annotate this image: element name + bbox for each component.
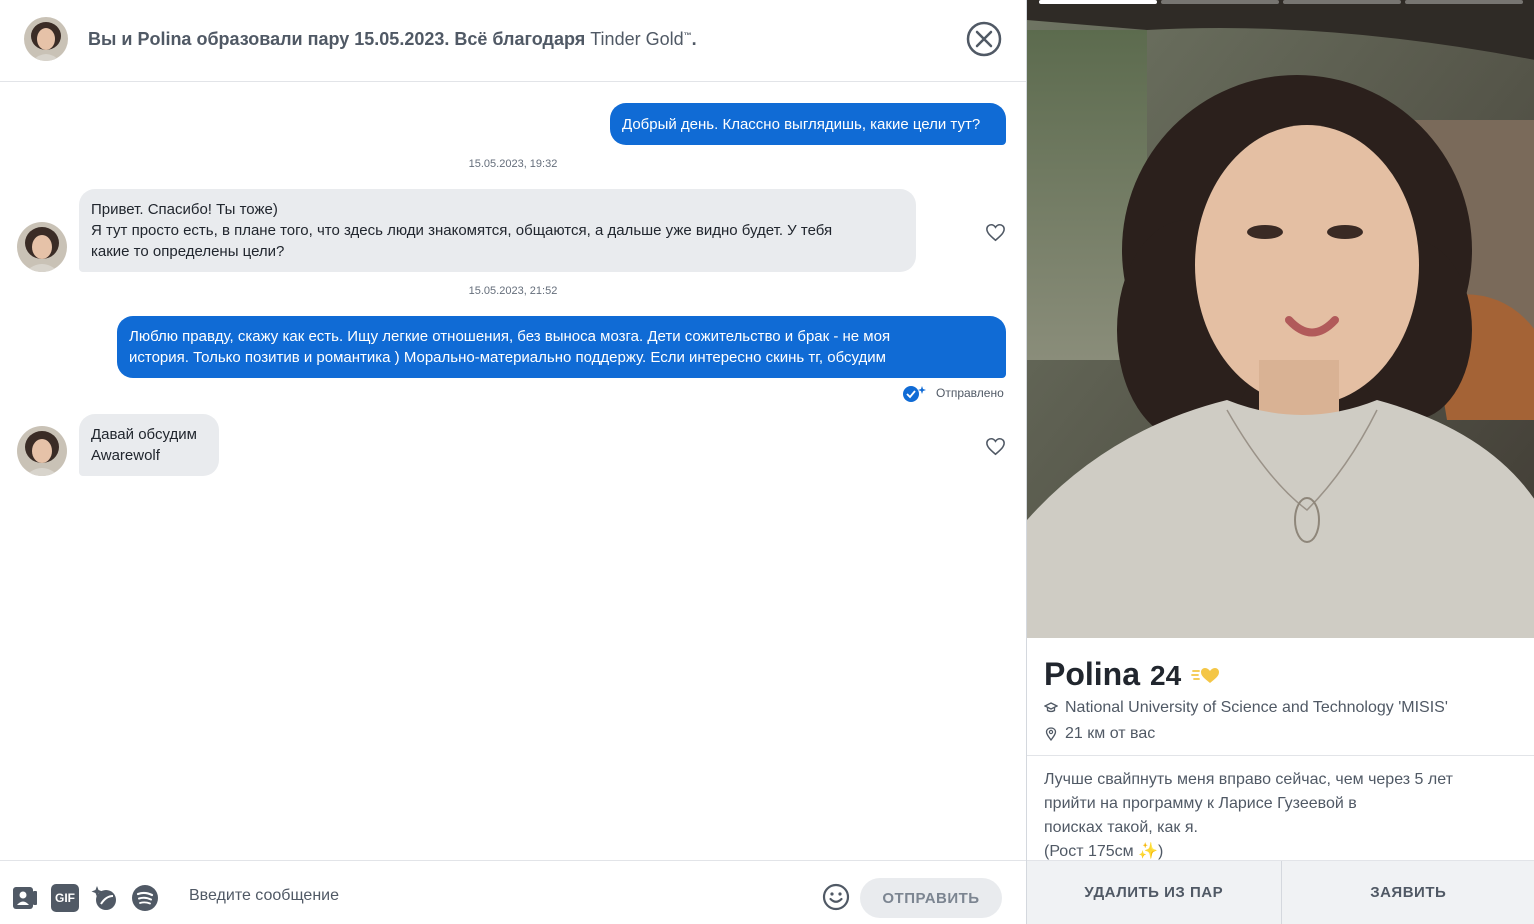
match-avatar[interactable] — [24, 17, 68, 61]
sent-check-icon — [903, 386, 926, 402]
bio-line: прийти на программу к Ларисе Гузеевой в — [1044, 795, 1357, 812]
message-list[interactable]: Добрый день. Классно выглядишь, какие це… — [0, 82, 1026, 860]
message-line: Awarewolf — [91, 447, 160, 464]
photo-indicator — [1039, 0, 1523, 4]
bio-line: поисках такой, как я. — [1044, 819, 1198, 836]
message-line: какие то определены цели? — [91, 243, 285, 260]
sent-status: Отправлено — [902, 384, 1004, 402]
distance-line: 21 км от вас — [1044, 725, 1155, 743]
message-line: Давай обсудим — [91, 426, 197, 443]
profile-info: Polina 24 National University of Science… — [1027, 638, 1534, 756]
heart-icon[interactable] — [985, 223, 1006, 242]
gif-label: GIF — [55, 891, 75, 905]
gold-heart-icon — [1191, 667, 1220, 683]
profile-photo[interactable] — [1027, 0, 1534, 638]
sticker-icon[interactable] — [11, 884, 39, 912]
school-text: National University of Science and Techn… — [1065, 699, 1448, 716]
profile-bio: Лучше свайпнуть меня вправо сейчас, чем … — [1044, 768, 1514, 864]
match-text: Вы и Polina образовали пару 15.05.2023. … — [88, 29, 586, 49]
trademark: ™ — [683, 31, 692, 40]
school-line: National University of Science and Techn… — [1044, 699, 1448, 717]
incoming-message[interactable]: Давай обсудим Awarewolf — [79, 414, 219, 476]
heart-icon[interactable] — [985, 437, 1006, 456]
outgoing-message[interactable]: Добрый день. Классно выглядишь, какие це… — [610, 103, 1006, 145]
profile-age: 24 — [1150, 660, 1182, 691]
tinder-gold-link[interactable]: Tinder Gold — [590, 29, 683, 49]
gif-icon[interactable]: GIF — [51, 884, 79, 912]
profile-name: Polina — [1044, 656, 1141, 692]
sent-status-text: Отправлено — [936, 386, 1004, 400]
photo-tab[interactable] — [1039, 0, 1157, 4]
message-line: Привет. Спасибо! Ты тоже) — [91, 201, 278, 218]
match-info-text: Вы и Polina образовали пару 15.05.2023. … — [88, 29, 697, 50]
message-line: Я тут просто есть, в плане того, что зде… — [91, 222, 833, 239]
sparkle-icon[interactable] — [91, 884, 119, 912]
message-input[interactable] — [176, 875, 806, 917]
message-avatar[interactable] — [17, 222, 67, 272]
message-line: Люблю правду, скажу как есть. Ищу легкие… — [129, 328, 891, 345]
chat-panel: Вы и Polina образовали пару 15.05.2023. … — [0, 0, 1026, 924]
message-composer: GIF ОТПРАВИТЬ — [0, 860, 1026, 924]
chat-header: Вы и Polina образовали пару 15.05.2023. … — [0, 0, 1026, 82]
message-line: история. Только позитив и романтика ) Мо… — [129, 349, 886, 366]
close-icon[interactable] — [966, 21, 1002, 57]
distance-text: 21 км от вас — [1065, 725, 1156, 742]
emoji-icon[interactable] — [822, 883, 850, 911]
spotify-icon[interactable] — [131, 884, 159, 912]
message-text: Добрый день. Классно выглядишь, какие це… — [622, 115, 981, 133]
timestamp: 15.05.2023, 19:32 — [468, 158, 558, 170]
graduation-cap-icon — [1044, 702, 1058, 713]
report-button[interactable]: ЗАЯВИТЬ — [1280, 861, 1534, 924]
location-pin-icon — [1045, 727, 1057, 741]
profile-panel: Polina 24 National University of Science… — [1026, 0, 1534, 924]
photo-tab[interactable] — [1283, 0, 1401, 4]
incoming-message[interactable]: Привет. Спасибо! Ты тоже) Я тут просто е… — [79, 189, 916, 272]
profile-actions: УДАЛИТЬ ИЗ ПАР ЗАЯВИТЬ — [1027, 860, 1534, 924]
unmatch-button[interactable]: УДАЛИТЬ ИЗ ПАР — [1027, 861, 1281, 924]
name-row: Polina 24 — [1044, 656, 1221, 693]
photo-tab[interactable] — [1161, 0, 1279, 4]
outgoing-message[interactable]: Люблю правду, скажу как есть. Ищу легкие… — [117, 316, 1006, 378]
header-period: . — [691, 29, 697, 49]
message-avatar[interactable] — [17, 426, 67, 476]
send-button[interactable]: ОТПРАВИТЬ — [860, 878, 1002, 918]
bio-line: Лучше свайпнуть меня вправо сейчас, чем … — [1044, 771, 1453, 788]
timestamp: 15.05.2023, 21:52 — [468, 285, 558, 297]
photo-tab[interactable] — [1405, 0, 1523, 4]
